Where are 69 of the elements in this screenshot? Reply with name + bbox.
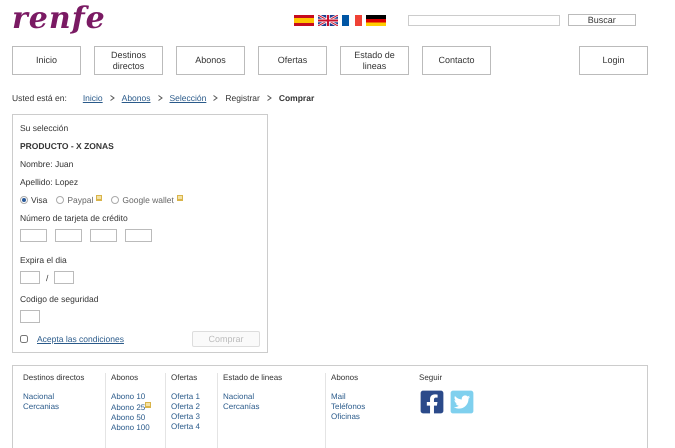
footer-link[interactable]: Abono 25 xyxy=(111,402,146,412)
card-number-field[interactable] xyxy=(55,229,82,242)
nav-button[interactable]: Destinos directos xyxy=(94,46,163,75)
payment-option-label: Google wallet xyxy=(122,195,174,205)
footer-link[interactable]: Mail xyxy=(331,392,346,401)
footer-link[interactable]: Oferta 3 xyxy=(171,412,200,421)
product-name: PRODUCTO - X ZONAS xyxy=(20,141,115,151)
footer-link[interactable]: Cercanías xyxy=(223,402,260,411)
footer-link[interactable]: Nacional xyxy=(223,392,254,401)
nav-button[interactable]: Contacto xyxy=(422,46,491,75)
breadcrumb-label: Usted está en: xyxy=(12,93,67,103)
footer-link[interactable]: Oferta 4 xyxy=(171,422,200,431)
terms-link[interactable]: Acepta las condiciones xyxy=(37,334,124,344)
nav-button[interactable]: Ofertas xyxy=(258,46,327,75)
footer-link[interactable]: Nacional xyxy=(23,392,54,401)
year-field[interactable] xyxy=(54,271,74,284)
nav-button[interactable]: Abonos xyxy=(176,46,245,75)
date-separator: / xyxy=(46,272,48,282)
payment-option-label: Visa xyxy=(31,195,48,205)
footer-heading: Abonos xyxy=(111,373,140,382)
footer-link[interactable]: Abono 50 xyxy=(111,413,146,422)
footer-link[interactable]: Teléfonos xyxy=(331,402,366,411)
france-flag-icon[interactable] xyxy=(342,14,362,26)
card-number-field[interactable] xyxy=(125,229,152,242)
facebook-icon[interactable] xyxy=(419,389,445,415)
radio-button[interactable] xyxy=(56,196,64,204)
logo[interactable]: renfe xyxy=(12,0,106,36)
login-button[interactable]: Login xyxy=(579,46,648,75)
footer-heading: Abonos xyxy=(331,373,360,382)
nav-button[interactable]: Inicio xyxy=(12,46,81,75)
nav-button[interactable]: Estado de lineas xyxy=(340,46,409,75)
month-field[interactable] xyxy=(20,271,40,284)
expiry-label: Expira el dia xyxy=(20,255,68,265)
footer-heading: Seguir xyxy=(419,373,444,382)
breadcrumb-text: Registrar xyxy=(225,93,260,103)
panel-title: Su selección xyxy=(20,123,70,133)
footer-link[interactable]: Cercanias xyxy=(23,402,60,411)
card-number-field[interactable] xyxy=(90,229,117,242)
name-text: Nombre: Juan xyxy=(20,159,74,169)
breadcrumb-separator-icon xyxy=(213,93,218,103)
breadcrumb-link[interactable]: Inicio xyxy=(82,93,103,103)
radio-button[interactable] xyxy=(20,196,28,204)
search-button[interactable]: Buscar xyxy=(568,14,636,26)
footer-link[interactable]: Abono 100 xyxy=(111,423,150,432)
surname-text: Apellido: Lopez xyxy=(20,177,80,187)
footer-link[interactable]: Oferta 1 xyxy=(171,392,200,401)
breadcrumb-separator-icon xyxy=(266,93,272,103)
breadcrumb-separator-icon xyxy=(110,93,115,103)
spain-flag-icon[interactable] xyxy=(294,14,314,26)
footer-link[interactable]: Oferta 2 xyxy=(171,402,200,411)
terms-checkbox[interactable] xyxy=(20,335,28,343)
search-field[interactable] xyxy=(408,14,560,26)
security-code-label: Codigo de seguridad xyxy=(20,294,100,304)
breadcrumb-link[interactable]: Abonos xyxy=(122,93,150,103)
payment-option-label: Paypal xyxy=(67,195,94,205)
current-page-text: Comprar xyxy=(278,93,314,103)
footer-link[interactable]: Oficinas xyxy=(331,412,360,421)
uk-flag-icon[interactable] xyxy=(318,14,338,26)
germany-flag-icon[interactable] xyxy=(366,14,386,26)
security-code-field[interactable] xyxy=(20,310,40,323)
footer-heading: Destinos directos xyxy=(23,373,86,382)
card-number-field[interactable] xyxy=(20,229,47,242)
radio-button[interactable] xyxy=(111,196,120,204)
footer-heading: Ofertas xyxy=(171,373,198,382)
footer-link[interactable]: Abono 10 xyxy=(111,392,146,401)
footer-heading: Estado de lineas xyxy=(223,373,284,382)
card-number-label: Número de tarjeta de crédito xyxy=(20,213,129,223)
breadcrumb-link[interactable]: Selección xyxy=(170,93,206,103)
breadcrumb-separator-icon xyxy=(158,93,162,103)
